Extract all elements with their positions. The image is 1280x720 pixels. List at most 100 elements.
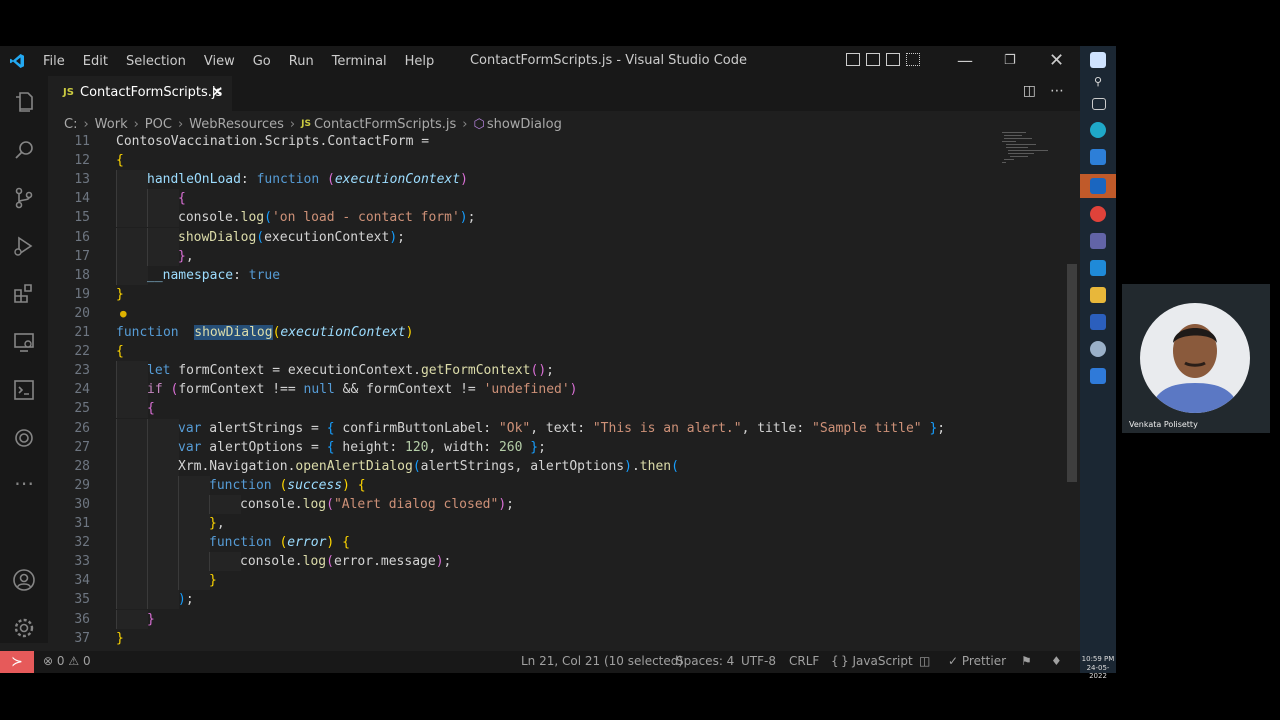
indentation[interactable]: Spaces: 4 — [676, 654, 734, 668]
code-token: alertOptions = — [201, 440, 327, 455]
task-view-icon[interactable] — [1092, 98, 1106, 110]
indent-guide — [116, 476, 148, 495]
power-platform-icon[interactable] — [12, 426, 36, 450]
toggle-secondary-sidebar-icon[interactable] — [886, 53, 900, 66]
teams-icon[interactable] — [1090, 233, 1106, 249]
end-of-line[interactable]: CRLF — [789, 654, 819, 668]
toggle-panel-icon[interactable] — [866, 53, 880, 66]
line-number: 36 — [74, 612, 90, 627]
code-line: 18 __namespace: true — [48, 266, 1048, 285]
minimap[interactable] — [1000, 132, 1064, 172]
error-icon: ⊗ — [43, 654, 54, 668]
line-number: 29 — [74, 478, 90, 493]
code-text: { — [178, 189, 186, 208]
notifications-bell-icon[interactable]: ♦ — [1051, 654, 1062, 668]
code-line: 19} — [48, 285, 1048, 304]
code-token: true — [248, 268, 281, 283]
settings-gear-icon[interactable] — [12, 616, 36, 640]
code-token: ( — [256, 230, 265, 245]
feedback-icon[interactable]: ⚑ — [1021, 654, 1032, 668]
code-token: handleOnLoad — [147, 172, 241, 187]
toggle-primary-sidebar-icon[interactable] — [846, 53, 860, 66]
code-token: ) — [435, 554, 444, 569]
windows-start-icon[interactable] — [1090, 52, 1106, 68]
code-token: null — [303, 382, 335, 397]
teams-work-icon[interactable] — [1090, 149, 1106, 165]
code-token: error.message — [333, 554, 436, 569]
minimize-icon[interactable]: — — [957, 51, 973, 70]
code-token: ; — [538, 440, 546, 455]
prettier-label: Prettier — [961, 654, 1007, 668]
vertical-scrollbar[interactable] — [1067, 264, 1077, 482]
breadcrumb-item[interactable]: POC — [145, 117, 172, 132]
vscode-taskbar-icon[interactable] — [1090, 260, 1106, 276]
restore-icon[interactable]: ❐ — [1004, 53, 1016, 68]
code-text: handleOnLoad: function (executionContext… — [147, 170, 468, 189]
code-token: 120 — [405, 440, 429, 455]
prettier-status[interactable]: ✓ Prettier — [948, 654, 1006, 668]
breadcrumb-item[interactable]: Work — [95, 117, 128, 132]
breadcrumb-item[interactable]: showDialog — [487, 117, 562, 132]
accounts-icon[interactable] — [12, 568, 36, 592]
remote-explorer-icon[interactable] — [12, 330, 36, 354]
warning-count: 0 — [82, 654, 91, 668]
code-text: } — [147, 610, 155, 629]
code-token: ; — [185, 592, 194, 607]
line-number: 33 — [74, 554, 90, 569]
file-explorer-icon[interactable] — [1090, 287, 1106, 303]
edge-icon[interactable] — [1090, 122, 1106, 138]
javascript-file-icon: JS — [63, 87, 74, 98]
code-line: 11 ContosoVaccination.Scripts.ContactForm… — [48, 132, 1048, 151]
customize-layout-icon[interactable] — [906, 53, 920, 66]
layout-icon[interactable]: ◫ — [919, 654, 930, 668]
snipping-tool-icon[interactable] — [1090, 341, 1106, 357]
taskbar-time[interactable]: 10:59 PM — [1080, 655, 1116, 663]
visual-studio-icon[interactable] — [1090, 368, 1106, 384]
code-token: Xrm.Navigation. — [178, 459, 296, 474]
word-icon[interactable] — [1090, 314, 1106, 330]
line-number: 12 — [74, 153, 90, 168]
search-icon[interactable] — [12, 138, 36, 162]
indent-guide — [116, 170, 148, 189]
breadcrumb-item[interactable]: C: — [64, 117, 77, 132]
cursor-position[interactable]: Ln 21, Col 21 (10 selected) — [521, 654, 683, 668]
terminal-icon[interactable] — [12, 378, 36, 402]
line-number: 35 — [74, 592, 90, 607]
code-token: . — [232, 210, 241, 225]
code-line: 24 if (formContext !== null && formContex… — [48, 380, 1048, 399]
code-token: ) — [178, 592, 186, 607]
tab-label: ContactFormScripts.js — [80, 85, 223, 100]
split-editor-icon[interactable]: ◫ — [1023, 83, 1036, 99]
tab-contactformscripts[interactable]: JS ContactFormScripts.js ✕ — [48, 76, 232, 111]
taskbar-search-icon[interactable]: ⚲ — [1090, 75, 1106, 91]
source-control-icon[interactable] — [12, 186, 36, 210]
selected-text: showDialog — [194, 325, 273, 340]
explorer-icon[interactable] — [12, 90, 36, 114]
code-token: executionContext — [264, 230, 390, 245]
language-mode[interactable]: { } JavaScript — [831, 654, 913, 668]
code-token: ; — [443, 554, 452, 569]
more-actions-icon[interactable]: ⋯ — [1050, 83, 1064, 99]
lightbulb-icon[interactable]: ● — [120, 304, 127, 323]
code-editor[interactable]: 11 ContosoVaccination.Scripts.ContactForm… — [48, 132, 1060, 646]
tab-close-icon[interactable]: ✕ — [211, 83, 224, 101]
taskbar-date[interactable]: 24-05-2022 — [1080, 664, 1116, 680]
outlook-icon[interactable] — [1090, 178, 1106, 194]
breadcrumb-item[interactable]: WebResources — [189, 117, 284, 132]
code-token: ) — [342, 478, 350, 493]
remote-indicator-icon[interactable]: ≻ — [0, 651, 34, 673]
breadcrumb-item[interactable]: ContactFormScripts.js — [314, 117, 456, 132]
code-token: , width: — [428, 440, 499, 455]
problems-indicator[interactable]: ⊗ 0 ⚠ 0 — [43, 654, 91, 668]
indent-guide — [178, 571, 210, 590]
indent-guide — [147, 247, 179, 266]
run-debug-icon[interactable] — [12, 234, 36, 258]
line-number: 28 — [74, 459, 90, 474]
encoding[interactable]: UTF-8 — [741, 654, 776, 668]
close-icon[interactable]: ✕ — [1049, 50, 1064, 71]
extensions-icon[interactable] — [12, 282, 36, 306]
code-token: = — [413, 134, 437, 149]
more-icon[interactable]: ⋯ — [12, 471, 36, 495]
chrome-icon[interactable] — [1090, 206, 1106, 222]
code-token: formContext !== — [178, 382, 304, 397]
